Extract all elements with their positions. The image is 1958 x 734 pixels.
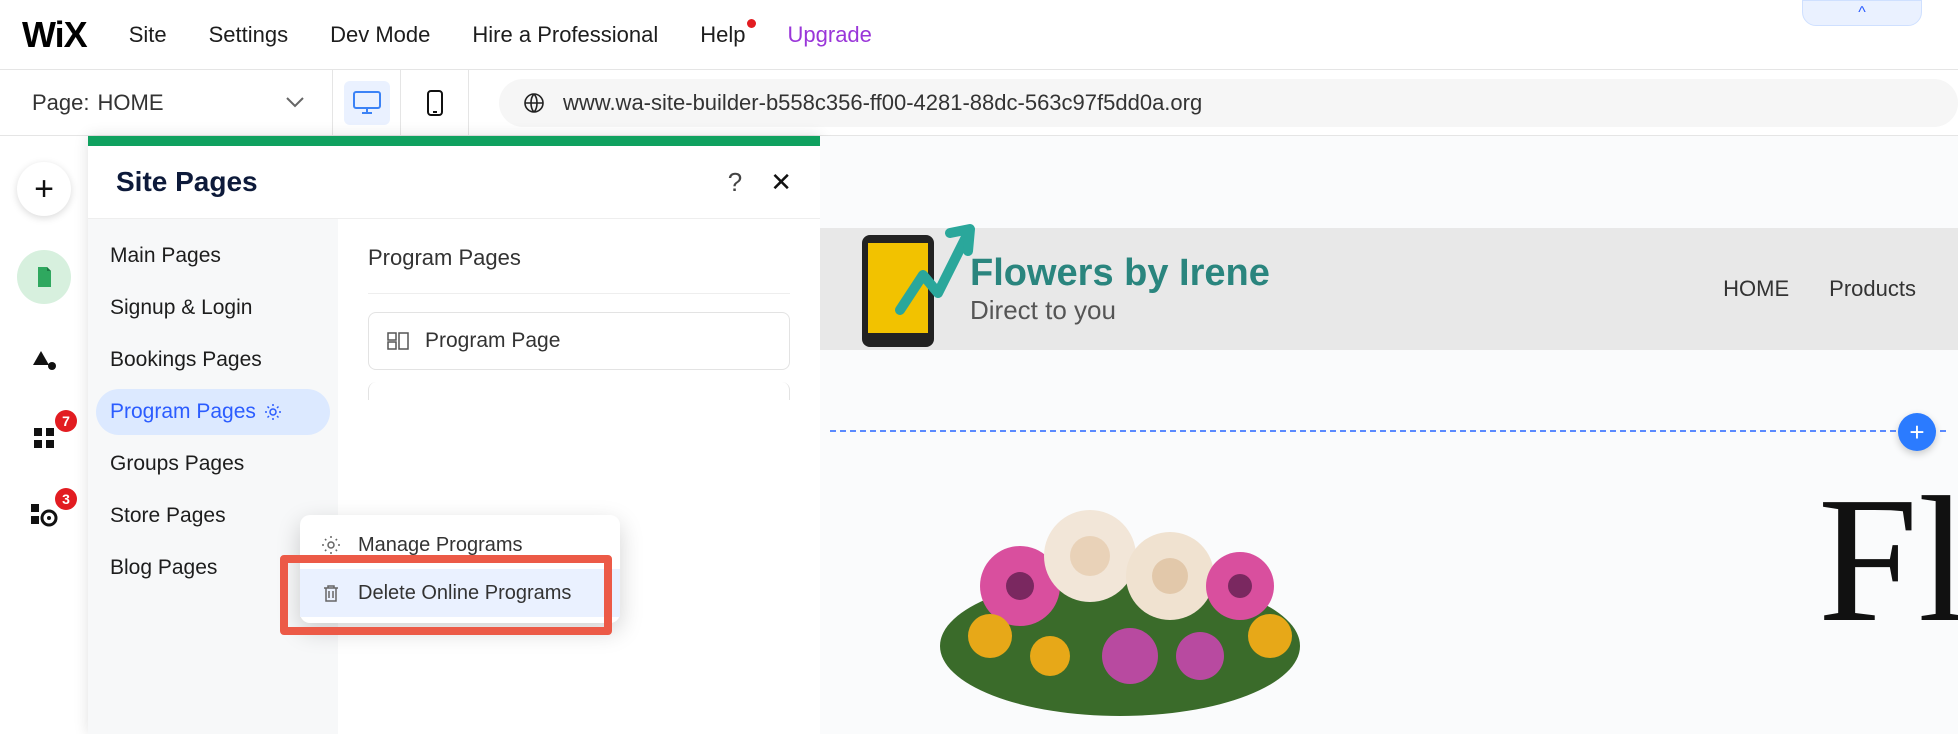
panel-body: Main Pages Signup & Login Bookings Pages… xyxy=(88,218,820,734)
desktop-view-button[interactable] xyxy=(333,70,401,136)
app-market-button[interactable]: 3 xyxy=(17,494,71,538)
trash-icon xyxy=(320,583,342,603)
menu-devmode[interactable]: Dev Mode xyxy=(330,22,430,48)
grid-icon xyxy=(31,425,57,451)
collapse-pill[interactable]: ^ xyxy=(1802,0,1922,26)
globe-icon xyxy=(523,92,545,114)
page-card-label: Program Page xyxy=(425,329,560,353)
mobile-icon xyxy=(426,89,444,117)
category-list: Main Pages Signup & Login Bookings Pages… xyxy=(88,219,338,734)
panel-help-button[interactable]: ? xyxy=(728,167,742,198)
site-subtitle[interactable]: Direct to you xyxy=(970,295,1270,326)
ctx-delete-label: Delete Online Programs xyxy=(358,582,571,605)
site-title[interactable]: Flowers by Irene xyxy=(970,252,1270,295)
panel-accent-bar xyxy=(88,136,820,146)
ctx-manage-programs[interactable]: Manage Programs xyxy=(300,521,620,569)
grid-gear-icon xyxy=(29,502,59,530)
wix-logo: WiX xyxy=(22,14,87,56)
design-button[interactable] xyxy=(17,338,71,382)
menu-help[interactable]: Help xyxy=(700,22,745,48)
site-nav: HOME Products xyxy=(1723,276,1916,302)
ctx-manage-label: Manage Programs xyxy=(358,534,523,557)
apps-button[interactable]: 7 xyxy=(17,416,71,460)
desktop-icon xyxy=(352,90,382,116)
editor-canvas[interactable]: Flowers by Irene Direct to you HOME Prod… xyxy=(820,136,1958,734)
mobile-view-button[interactable] xyxy=(401,70,469,136)
top-menu: Site Settings Dev Mode Hire a Profession… xyxy=(129,22,872,48)
pages-button[interactable] xyxy=(17,250,71,304)
trend-arrow-icon xyxy=(888,215,978,325)
cat-program-label: Program Pages xyxy=(110,400,256,424)
page-selector-label: Page: xyxy=(32,90,90,116)
device-toggle xyxy=(332,70,469,136)
plus-icon: + xyxy=(1909,417,1924,448)
page-icon xyxy=(32,265,56,289)
menu-hire[interactable]: Hire a Professional xyxy=(472,22,658,48)
site-logo xyxy=(850,229,946,349)
chevron-up-icon: ^ xyxy=(1858,4,1866,22)
chevron-down-icon xyxy=(286,97,304,109)
cat-groups-pages[interactable]: Groups Pages xyxy=(96,441,330,487)
plus-icon: + xyxy=(34,170,54,209)
url-text: www.wa-site-builder-b558c356-ff00-4281-8… xyxy=(563,90,1202,116)
gear-icon xyxy=(320,535,342,555)
cat-signup-login[interactable]: Signup & Login xyxy=(96,285,330,331)
apps-badge: 7 xyxy=(55,410,77,432)
cat-program-pages[interactable]: Program Pages xyxy=(96,389,330,435)
page-selector[interactable]: Page: HOME xyxy=(32,90,332,116)
cat-bookings-pages[interactable]: Bookings Pages xyxy=(96,337,330,383)
left-toolbar: + 7 3 xyxy=(0,136,88,734)
panel-close-button[interactable]: ✕ xyxy=(770,167,792,198)
add-button[interactable]: + xyxy=(17,162,71,216)
detail-pane: Program Pages Program Page xyxy=(338,219,820,734)
detail-title: Program Pages xyxy=(368,245,790,294)
site-titles: Flowers by Irene Direct to you xyxy=(970,252,1270,326)
cat-main-pages[interactable]: Main Pages xyxy=(96,233,330,279)
page-card-program[interactable]: Program Page xyxy=(368,312,790,370)
section-divider[interactable] xyxy=(830,430,1946,432)
menu-help-label: Help xyxy=(700,22,745,47)
add-section-button[interactable]: + xyxy=(1898,413,1936,451)
top-menu-bar: WiX Site Settings Dev Mode Hire a Profes… xyxy=(0,0,1958,70)
context-menu: Manage Programs Delete Online Programs xyxy=(300,515,620,623)
notification-dot-icon xyxy=(747,19,756,28)
menu-upgrade[interactable]: Upgrade xyxy=(788,22,872,48)
page-card-empty[interactable] xyxy=(368,382,790,400)
ctx-delete-programs[interactable]: Delete Online Programs xyxy=(300,569,620,617)
cat-store-pages[interactable]: Store Pages xyxy=(96,493,330,539)
paint-drop-icon xyxy=(29,345,59,375)
site-pages-panel: Site Pages ? ✕ Main Pages Signup & Login… xyxy=(88,136,820,734)
hero-text[interactable]: Fl xyxy=(1818,456,1958,663)
panel-title: Site Pages xyxy=(116,166,258,198)
market-badge: 3 xyxy=(55,488,77,510)
page-selector-value: HOME xyxy=(98,90,164,116)
gear-icon[interactable] xyxy=(264,403,282,421)
nav-products[interactable]: Products xyxy=(1829,276,1916,302)
site-header[interactable]: Flowers by Irene Direct to you HOME Prod… xyxy=(820,228,1958,350)
cat-blog-pages[interactable]: Blog Pages xyxy=(96,545,330,591)
panel-header: Site Pages ? ✕ xyxy=(88,146,820,218)
nav-home[interactable]: HOME xyxy=(1723,276,1789,302)
menu-site[interactable]: Site xyxy=(129,22,167,48)
layout-icon xyxy=(387,332,409,350)
url-bar[interactable]: www.wa-site-builder-b558c356-ff00-4281-8… xyxy=(499,79,1958,127)
sub-toolbar: Page: HOME xyxy=(0,70,1958,136)
flowers-image[interactable] xyxy=(920,466,1320,726)
menu-settings[interactable]: Settings xyxy=(209,22,289,48)
